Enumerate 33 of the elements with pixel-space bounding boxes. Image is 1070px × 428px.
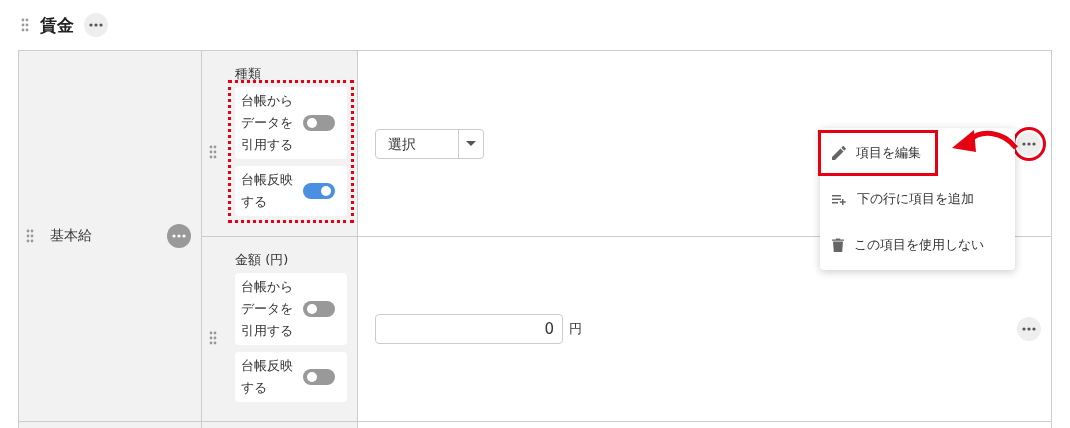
toggle-label: 台帳からデータを引用する	[241, 278, 294, 340]
toggle-switch[interactable]	[303, 301, 335, 317]
drag-handle-icon[interactable]	[21, 18, 29, 32]
more-icon	[1022, 327, 1036, 331]
toggle-switch[interactable]	[303, 183, 335, 199]
more-icon	[1022, 141, 1036, 146]
menu-item[interactable]: この項目を使用しない	[820, 222, 1015, 268]
more-icon	[172, 234, 186, 238]
drag-handle-icon[interactable]	[209, 330, 217, 345]
row-name: 基本給	[50, 227, 93, 245]
add-row-icon	[832, 193, 847, 205]
more-icon	[89, 23, 103, 27]
caret-icon	[466, 141, 476, 146]
pencil-icon	[832, 146, 846, 160]
toggle-switch[interactable]	[303, 115, 335, 131]
more-button[interactable]	[1017, 317, 1041, 341]
section-title: 賃金	[40, 13, 74, 37]
toggle-label: 台帳反映する	[241, 357, 294, 397]
menu-item[interactable]: 項目を編集	[818, 130, 938, 176]
trash-icon	[832, 238, 844, 252]
field-label: 種類	[235, 65, 262, 83]
unit-label: 円	[569, 320, 582, 338]
toggle-label: 台帳からデータを引用する	[241, 92, 294, 154]
more-button[interactable]	[84, 13, 108, 37]
field-label: 金額 (円)	[235, 251, 290, 269]
select-dropdown[interactable]: 選択	[375, 128, 484, 159]
menu-item[interactable]: 下の行に項目を追加	[820, 176, 1015, 222]
drag-handle-icon[interactable]	[26, 229, 34, 243]
toggle-switch[interactable]	[303, 369, 335, 385]
drag-handle-icon[interactable]	[209, 144, 217, 159]
amount-field[interactable]: 0	[375, 314, 563, 344]
toggle-label: 台帳反映する	[241, 171, 294, 211]
more-button[interactable]	[167, 224, 191, 248]
